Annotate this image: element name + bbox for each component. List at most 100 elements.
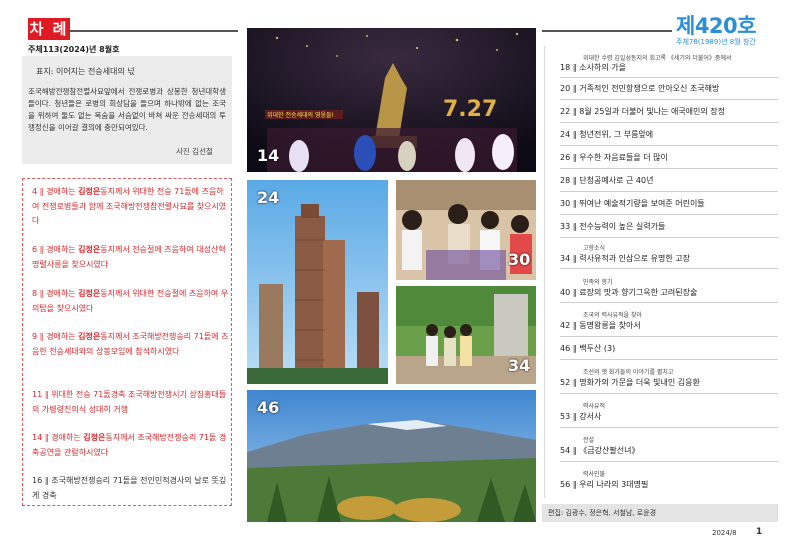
photo-page-number: 46 <box>257 398 280 417</box>
footer-date: 2024/8 <box>712 529 737 537</box>
toc-entry[interactable]: 11 ∥ 위대한 전승 71돐경축 조국해방전쟁시기 상징홍대들의 가병령진의식… <box>32 388 230 417</box>
divider <box>560 336 778 337</box>
page-number: 52 <box>560 378 571 387</box>
toc-title: 우수한 자음료들을 더 많이 <box>579 153 668 162</box>
divider <box>560 268 778 269</box>
toc-title: 단청공예사로 근 40년 <box>579 176 654 185</box>
toc-entry[interactable]: 26 ∥ 우수한 자음료들을 더 많이 <box>560 152 668 163</box>
toc-title: 8월 25일과 더불어 빛나는 애국애민의 장정 <box>579 107 726 116</box>
issue-line: 주체113(2024)년 8월호 <box>28 45 120 54</box>
toc-title: 소사하의 가을 <box>579 63 626 72</box>
page-number: 11 <box>32 390 43 399</box>
toc-entry[interactable]: 24 ∥ 청년전위, 그 부름앞에 <box>560 129 653 140</box>
toc-title: 청년전위, 그 부름앞에 <box>579 130 654 139</box>
page-number: 56 <box>560 480 571 489</box>
page-number: 26 <box>560 153 571 162</box>
photo-page-number: 30 <box>508 250 531 269</box>
photo-banner-text: 위대한 전승세대의 영웅들! <box>267 111 334 119</box>
page-number: 54 <box>560 446 571 455</box>
toc-label: 차 례 <box>28 18 70 40</box>
page-number: 24 <box>560 130 571 139</box>
page-number: 28 <box>560 176 571 185</box>
toc-series-label: 전설 <box>583 437 595 444</box>
toc-series-label: 력사인물 <box>583 471 606 478</box>
header-rule-right <box>542 30 672 32</box>
header-rule-left <box>70 30 238 32</box>
toc-entry[interactable]: 30 ∥ 뛰여난 예술적기량을 보여준 어린이들 <box>560 198 705 209</box>
towers-image <box>247 180 388 384</box>
photo-mountain[interactable]: 46 <box>247 390 536 522</box>
toc-title: 우리 나라의 3대명필 <box>579 480 649 489</box>
photo-towers[interactable]: 24 <box>247 180 388 384</box>
toc-series-label: 민족의 향기 <box>583 279 613 286</box>
photo-date-mark: 7.27 <box>443 97 497 122</box>
toc-entry[interactable]: 53 ∥ 강서사 <box>560 411 601 422</box>
divider <box>560 359 778 360</box>
cover-text: 조국해방전쟁참전렬사묘앞에서 전쟁로병과 상봉한 청년대학생들이다. 청년들은 … <box>28 87 226 132</box>
toc-entry[interactable]: 28 ∥ 단청공예사로 근 40년 <box>560 175 653 186</box>
toc-entry[interactable]: 6 ∥ 경애하는 김정은동지께서 전승절에 즈음하여 대성산혁명렬사릉을 찾으시… <box>32 243 230 272</box>
divider <box>560 237 778 238</box>
divider <box>560 168 778 169</box>
toc-series-label: 조선의 옛 화가들의 이야기를 펼치고 <box>583 369 674 376</box>
page-number: 42 <box>560 321 571 330</box>
toc-entry[interactable]: 16 ∥ 조국해방전쟁승리 71돐을 전인민적경사의 날로 뜻깊게 경축 <box>32 474 230 503</box>
mountain-image <box>247 390 536 522</box>
toc-series-label: 위대한 수령 김일성동지의 회고록 《세기와 더불어》중에서 <box>583 55 732 62</box>
toc-entry[interactable]: 9 ∥ 경애하는 김정은동지께서 조국해방전쟁승리 71돐에 즈음한 전승세대와… <box>32 330 230 359</box>
issue-founded: 주체78(1989)년 8월 창간 <box>676 38 756 46</box>
toc-entry[interactable]: 52 ∥ 명화가의 가문을 더욱 빛내인 김응환 <box>560 377 700 388</box>
divider <box>560 191 778 192</box>
divider <box>560 122 778 123</box>
toc-entry[interactable]: 34 ∥ 력사유적과 인삼으로 유명한 고장 <box>560 253 690 264</box>
page-number: 46 <box>560 344 571 353</box>
photo-children[interactable]: 30 <box>396 180 536 280</box>
toc-entry[interactable]: 8 ∥ 경애하는 김정은동지께서 위대한 전승절에 즈음하여 우의탑을 찾으시였… <box>32 287 230 316</box>
page-number: 30 <box>560 199 571 208</box>
divider <box>560 461 778 462</box>
toc-title: 동명왕릉을 찾아서 <box>579 321 641 330</box>
toc-entry[interactable]: 54 ∥ 《금강산팔선녀》 <box>560 445 639 456</box>
page-number: 40 <box>560 288 571 297</box>
toc-entry[interactable]: 33 ∥ 전수능력이 높은 실력가들 <box>560 221 665 232</box>
editors-credit: 편집: 김광수, 정은혁, 서철남, 로윤경 <box>548 509 657 517</box>
cover-title: 표지: 이어지는 전승세대의 넋 <box>36 67 135 76</box>
toc-title: 《금강산팔선녀》 <box>579 446 640 455</box>
page-number: 34 <box>560 254 571 263</box>
photo-page-number: 24 <box>257 188 280 207</box>
performance-image: 위대한 전승세대의 영웅들! 7.27 <box>247 28 536 172</box>
photo-page-number: 14 <box>257 146 280 165</box>
cover-credit: 사진 김선철 <box>176 147 213 156</box>
toc-entry[interactable]: 22 ∥ 8월 25일과 더불어 빛나는 애국애민의 장정 <box>560 106 725 117</box>
toc-entry[interactable]: 18 ∥ 소사하의 가을 <box>560 62 626 73</box>
toc-entry[interactable]: 20 ∥ 거족적인 전민항쟁으로 안아오신 조국해방 <box>560 83 719 94</box>
toc-title: 명화가의 가문을 더욱 빛내인 김응환 <box>579 378 700 387</box>
footer-page-number: 1 <box>756 527 763 537</box>
photo-performance[interactable]: 위대한 전승세대의 영웅들! 7.27 14 <box>247 28 536 172</box>
page-number: 33 <box>560 222 571 231</box>
toc-entry[interactable]: 56 ∥ 우리 나라의 3대명필 <box>560 479 648 490</box>
page-number: 53 <box>560 412 571 421</box>
toc-title: 전수능력이 높은 실력가들 <box>579 222 666 231</box>
issue-number: 제420호 <box>676 14 756 38</box>
toc-title: 거족적인 전민항쟁으로 안아오신 조국해방 <box>579 84 720 93</box>
divider <box>560 77 778 78</box>
toc-series-label: 고향소식 <box>583 245 606 252</box>
divider <box>560 214 778 215</box>
toc-entry[interactable]: 42 ∥ 동명왕릉을 찾아서 <box>560 320 641 331</box>
divider <box>560 145 778 146</box>
toc-series-label: 조국의 력사유적을 찾아 <box>583 312 643 319</box>
toc-entry[interactable]: 40 ∥ 료장의 맛과 향기그윽한 고려된장술 <box>560 287 697 298</box>
column-divider <box>544 46 545 498</box>
page-number: 20 <box>560 84 571 93</box>
page-number: 18 <box>560 63 571 72</box>
photo-monument[interactable]: 34 <box>396 286 536 384</box>
toc-title: 력사유적과 인삼으로 유명한 고장 <box>579 254 690 263</box>
divider <box>560 393 778 394</box>
toc-title: 료장의 맛과 향기그윽한 고려된장술 <box>579 288 698 297</box>
toc-entry[interactable]: 14 ∥ 경애하는 김정은동지께서 조국해방전쟁승리 71돐 경축공연을 관람하… <box>32 431 230 460</box>
toc-title: 백두산 (3) <box>579 344 616 353</box>
toc-entry[interactable]: 4 ∥ 경애하는 김정은동지께서 위대한 전승 71돐에 즈음하여 전쟁로병들과… <box>32 185 230 229</box>
toc-entry[interactable]: 46 ∥ 백두산 (3) <box>560 343 615 354</box>
page-number: 22 <box>560 107 571 116</box>
